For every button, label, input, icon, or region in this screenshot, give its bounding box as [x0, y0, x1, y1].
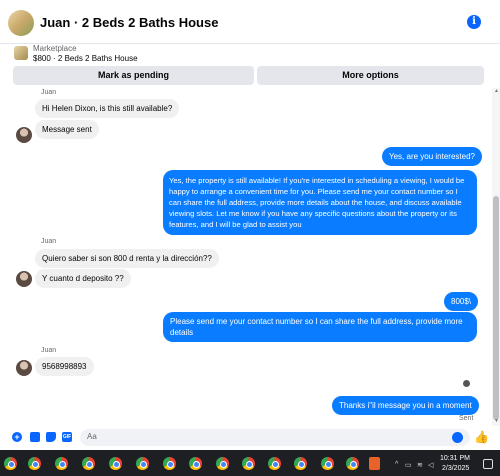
message-bubble[interactable]: Yes, are you interested?: [382, 147, 482, 166]
message-bubble[interactable]: 9568998893: [35, 357, 94, 376]
sticker-icon[interactable]: [46, 432, 56, 442]
photo-icon[interactable]: [30, 432, 40, 442]
chrome-icon[interactable]: [28, 457, 41, 470]
message-bubble[interactable]: 800$\: [444, 292, 479, 311]
chrome-icon[interactable]: [189, 457, 202, 470]
message-bubble[interactable]: Thanks i"il message you in a moment: [332, 396, 479, 415]
chrome-icon[interactable]: [346, 457, 359, 470]
chrome-icon[interactable]: [242, 457, 255, 470]
emoji-icon[interactable]: [452, 432, 463, 443]
chrome-icon[interactable]: [82, 457, 95, 470]
avatar[interactable]: [16, 127, 32, 143]
sender-name: Juan: [41, 89, 57, 96]
avatar[interactable]: [16, 271, 32, 287]
clock-date[interactable]: 2/3/2025: [442, 465, 469, 472]
volume-icon[interactable]: ◁: [428, 461, 433, 469]
chrome-icon[interactable]: [4, 457, 17, 470]
gif-icon[interactable]: GIF: [62, 432, 72, 442]
chrome-icon[interactable]: [55, 457, 68, 470]
message-bubble[interactable]: Y cuanto d deposito ??: [35, 269, 131, 288]
monitor-icon[interactable]: ▭: [405, 461, 412, 469]
message-input[interactable]: [80, 429, 470, 446]
sent-status: Sent: [459, 415, 474, 422]
listing-summary[interactable]: $800 · 2 Beds 2 Baths House: [33, 54, 138, 63]
sender-name: Juan: [41, 347, 57, 354]
scrollbar-thumb[interactable]: [493, 196, 499, 420]
tray-caret-icon[interactable]: ^: [395, 461, 398, 468]
plus-icon[interactable]: +: [12, 432, 22, 442]
avatar[interactable]: [8, 10, 34, 36]
avatar[interactable]: [16, 360, 32, 376]
wifi-icon[interactable]: ≋: [417, 461, 423, 469]
scroll-up-icon[interactable]: ▲: [494, 88, 499, 94]
chrome-icon[interactable]: [294, 457, 307, 470]
message-bubble[interactable]: Hi Helen Dixon, is this still available?: [35, 99, 180, 118]
clock-time[interactable]: 10:31 PM: [440, 455, 470, 462]
message-bubble[interactable]: Yes, the property is still available! If…: [163, 170, 477, 235]
chrome-icon[interactable]: [163, 457, 176, 470]
message-bubble[interactable]: Message sent: [35, 120, 99, 139]
more-options-button[interactable]: More options: [257, 66, 484, 85]
message-bubble[interactable]: Please send me your contact number so I …: [163, 312, 477, 342]
listing-source-label: Marketplace: [33, 44, 77, 53]
sender-name: Juan: [41, 238, 57, 245]
mark-as-pending-button[interactable]: Mark as pending: [13, 66, 254, 85]
message-bubble[interactable]: Quiero saber si son 800 d renta y la dir…: [35, 249, 219, 268]
info-icon[interactable]: i: [467, 15, 481, 29]
chrome-icon[interactable]: [321, 457, 334, 470]
chrome-icon[interactable]: [216, 457, 229, 470]
like-icon[interactable]: 👍: [474, 431, 489, 444]
listing-thumbnail[interactable]: [14, 46, 28, 60]
scroll-down-icon[interactable]: ▼: [494, 418, 499, 424]
app-icon[interactable]: [369, 457, 380, 470]
chat-title[interactable]: Juan · 2 Beds 2 Baths House: [40, 15, 218, 30]
message-input-placeholder: Aa: [87, 432, 97, 441]
chrome-icon[interactable]: [268, 457, 281, 470]
chrome-icon[interactable]: [109, 457, 122, 470]
notification-icon[interactable]: [483, 459, 493, 469]
chrome-icon[interactable]: [136, 457, 149, 470]
seen-avatar: [463, 380, 470, 387]
